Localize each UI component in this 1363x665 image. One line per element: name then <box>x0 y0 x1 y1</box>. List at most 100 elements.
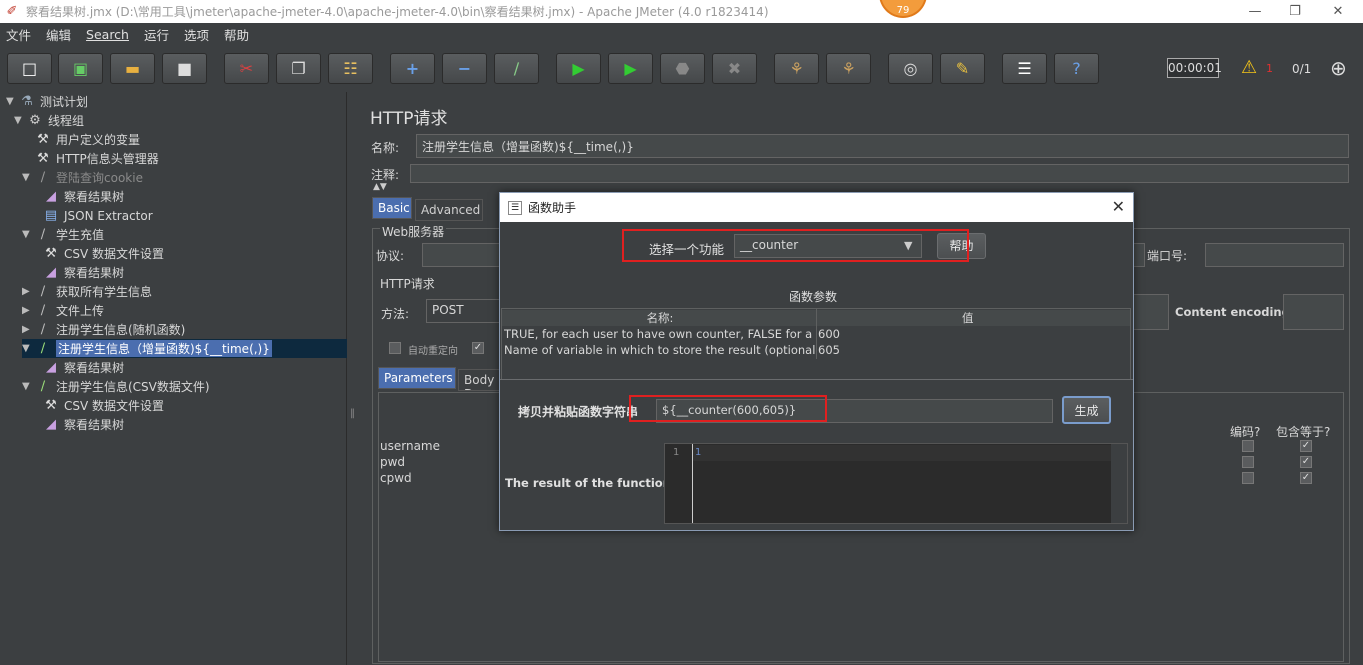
close-window-button[interactable]: ✕ <box>1318 0 1358 23</box>
tab-basic[interactable]: Basic <box>372 197 412 219</box>
result-editor[interactable]: 1 1 <box>664 443 1128 524</box>
encode-checkbox[interactable] <box>1242 472 1254 484</box>
help-button[interactable]: 帮助 <box>937 233 986 259</box>
expand-arrow-icon[interactable]: ▼ <box>6 96 18 107</box>
method-select[interactable]: POST <box>426 299 501 323</box>
chart-icon: ◢ <box>46 265 56 280</box>
minimize-button[interactable]: — <box>1235 0 1275 23</box>
include-equals-checkbox[interactable]: ✓ <box>1300 440 1312 452</box>
function-select[interactable]: __counter <box>734 234 922 258</box>
search-button[interactable]: ◎ <box>888 53 933 84</box>
templates-button[interactable]: ▣ <box>58 53 103 84</box>
tree-node[interactable]: ▤ JSON Extractor <box>42 206 153 225</box>
encode-checkbox[interactable] <box>1242 456 1254 468</box>
tree-node[interactable]: ▼ ∕ 登陆查询cookie <box>22 168 143 187</box>
templates-icon: ▣ <box>72 59 89 78</box>
copy-button[interactable]: ❐ <box>276 53 321 84</box>
include-equals-checkbox[interactable]: ✓ <box>1300 456 1312 468</box>
new-button[interactable]: □ <box>7 53 52 84</box>
clear-all-button[interactable]: ⚘ <box>826 53 871 84</box>
tab-advanced[interactable]: Advanced <box>415 199 483 221</box>
tree-node[interactable]: ◢ 察看结果树 <box>42 358 124 377</box>
port-field[interactable] <box>1205 243 1344 267</box>
expand-arrow-icon[interactable]: ▼ <box>14 115 26 126</box>
expand-arrow-icon[interactable]: ▼ <box>22 343 34 354</box>
auto-redirect-checkbox[interactable] <box>389 342 401 354</box>
column-divider <box>816 309 817 359</box>
editor-scrollbar[interactable] <box>1111 444 1127 523</box>
collapse-arrows-icon[interactable]: ▲▼ <box>373 182 387 192</box>
comment-field[interactable] <box>410 164 1349 183</box>
generate-button[interactable]: 生成 <box>1062 396 1111 424</box>
tree-node[interactable]: ◢ 察看结果树 <box>42 187 124 206</box>
function-string-field[interactable]: ${__counter(600,605)} <box>656 399 1053 423</box>
tree-node[interactable]: ▼ ⚗ 测试计划 <box>6 92 88 111</box>
collapse-arrow-icon[interactable]: ▶ <box>22 305 34 316</box>
protocol-field[interactable] <box>422 243 502 267</box>
tree-node[interactable]: ⚒ HTTP信息头管理器 <box>34 149 159 168</box>
tree-node[interactable]: ▶ ∕ 注册学生信息(随机函数) <box>22 320 185 339</box>
server-field[interactable] <box>1133 243 1145 267</box>
encode-checkbox[interactable] <box>1242 440 1254 452</box>
reset-search-button[interactable]: ✎ <box>940 53 985 84</box>
menu-run[interactable]: 运行 <box>144 25 169 44</box>
collapse-arrow-icon[interactable]: ▶ <box>22 324 34 335</box>
collapse-arrow-icon[interactable]: ▶ <box>22 286 34 297</box>
help-button[interactable]: ? <box>1054 53 1099 84</box>
gear-icon: ⚙ <box>29 113 41 128</box>
cut-button[interactable]: ✂ <box>224 53 269 84</box>
expand-arrow-icon[interactable]: ▼ <box>22 381 34 392</box>
pipette-icon: ∕ <box>40 227 46 242</box>
port-label: 端口号: <box>1147 249 1188 263</box>
collapse-button[interactable]: − <box>442 53 487 84</box>
expand-button[interactable]: + <box>390 53 435 84</box>
toggle-button[interactable]: ∕ <box>494 53 539 84</box>
tree-node[interactable]: ◢ 察看结果树 <box>42 263 124 282</box>
tab-parameters[interactable]: Parameters <box>378 367 456 389</box>
start-no-pause-button[interactable]: ▶ <box>608 53 653 84</box>
close-icon[interactable]: ✕ <box>1112 197 1125 216</box>
param-name-cell[interactable]: username <box>380 439 440 453</box>
function-params-table: 名称: 值 TRUE, for each user to have own co… <box>501 308 1131 380</box>
tree-node[interactable]: ▼ ⚙ 线程组 <box>14 111 84 130</box>
include-equals-checkbox[interactable]: ✓ <box>1300 472 1312 484</box>
shutdown-button[interactable]: ✖ <box>712 53 757 84</box>
tab-body-data[interactable]: Body D <box>458 369 500 391</box>
tree-node[interactable]: ▶ ∕ 获取所有学生信息 <box>22 282 152 301</box>
play-icon: ▶ <box>572 59 585 78</box>
param-name-cell[interactable]: cpwd <box>380 471 412 485</box>
wrench-icon: ⚒ <box>45 246 57 261</box>
save-button[interactable]: ■ <box>162 53 207 84</box>
dropdown-arrow-icon[interactable]: ▼ <box>904 239 912 252</box>
follow-redirect-checkbox[interactable]: ✓ <box>472 342 484 354</box>
tree-node[interactable]: ▶ ∕ 文件上传 <box>22 301 104 320</box>
tree-node[interactable]: ⚒ CSV 数据文件设置 <box>42 244 164 263</box>
clear-button[interactable]: ⚘ <box>774 53 819 84</box>
name-field[interactable]: 注册学生信息（增量函数)${__time(,)} <box>416 134 1349 158</box>
expand-arrow-icon[interactable]: ▼ <box>22 172 34 183</box>
restore-button[interactable]: ❐ <box>1275 0 1315 23</box>
tree-node[interactable]: ◢ 察看结果树 <box>42 415 124 434</box>
remote-start-icon[interactable]: ⊕ <box>1330 56 1347 80</box>
menu-help[interactable]: 帮助 <box>224 25 249 44</box>
content-encoding-field[interactable] <box>1283 294 1344 330</box>
tree-node[interactable]: ⚒ CSV 数据文件设置 <box>42 396 164 415</box>
test-plan-tree: ▼ ⚗ 测试计划 ▼ ⚙ 线程组 ⚒ 用户定义的变量 ⚒ HTTP信息头管理器 ▼ ∕ 登陆查询… <box>0 92 347 665</box>
paste-button[interactable]: ☷ <box>328 53 373 84</box>
expand-arrow-icon[interactable]: ▼ <box>22 229 34 240</box>
start-button[interactable]: ▶ <box>556 53 601 84</box>
path-field[interactable] <box>1133 294 1169 330</box>
tree-node[interactable]: ▼ ∕ 学生充值 <box>22 225 104 244</box>
function-helper-button[interactable]: ☰ <box>1002 53 1047 84</box>
menu-search[interactable]: Search <box>86 27 129 42</box>
param-name-cell[interactable]: pwd <box>380 455 405 469</box>
panel-splitter[interactable]: ‖ <box>348 92 358 665</box>
stop-button[interactable]: ⬣ <box>660 53 705 84</box>
tree-node[interactable]: ▼ ∕ 注册学生信息(CSV数据文件) <box>22 377 210 396</box>
open-button[interactable]: ▬ <box>110 53 155 84</box>
menu-file[interactable]: 文件 <box>6 25 31 44</box>
menu-edit[interactable]: 编辑 <box>46 25 71 44</box>
tree-node[interactable]: ⚒ 用户定义的变量 <box>34 130 140 149</box>
tree-node-selected[interactable]: ▼ ∕ 注册学生信息（增量函数)${__time(,)} <box>22 339 347 358</box>
menu-options[interactable]: 选项 <box>184 25 209 44</box>
